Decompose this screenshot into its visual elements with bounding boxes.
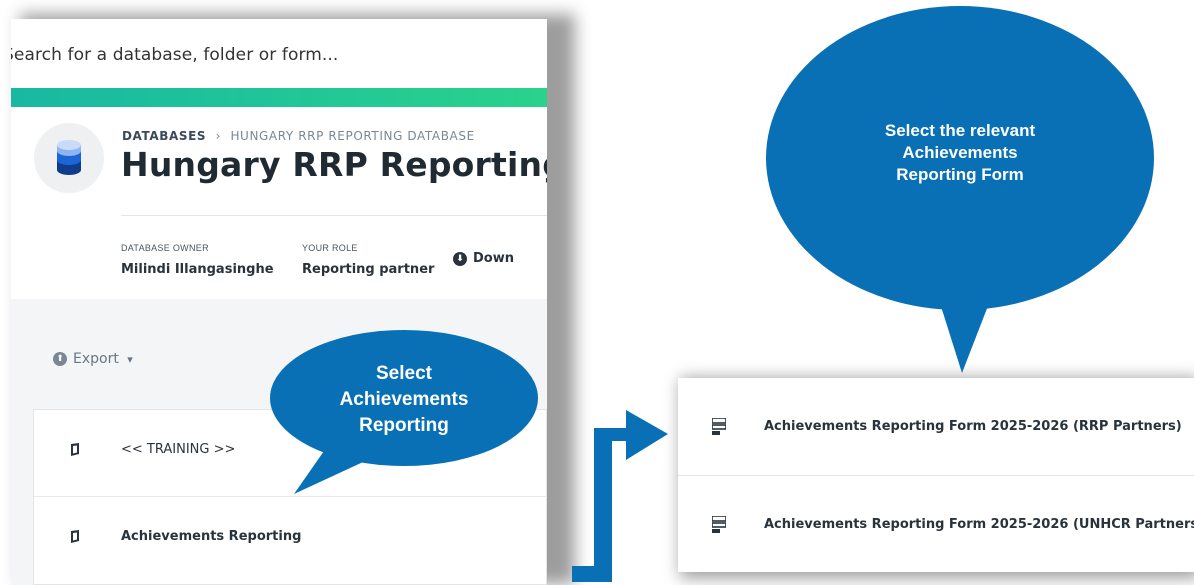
role-value: Reporting partner xyxy=(302,262,435,277)
form-icon xyxy=(712,418,726,435)
form-row[interactable]: Achievements Reporting Form 2025-2026 (U… xyxy=(678,475,1194,572)
form-row[interactable]: Achievements Reporting Form 2025-2026 (R… xyxy=(678,378,1194,475)
form-icon xyxy=(712,516,726,533)
breadcrumb-current: HUNGARY RRP REPORTING DATABASE xyxy=(230,129,475,143)
download-button[interactable]: ⬇ Down xyxy=(453,251,514,266)
owner-label: DATABASE OWNER xyxy=(121,243,209,253)
list-item-label: << TRAINING >> xyxy=(121,442,236,457)
database-icon xyxy=(57,140,81,175)
folder-icon xyxy=(71,443,79,456)
left-callout-line: Achievements xyxy=(339,389,469,410)
page-title: Hungary RRP Reporting xyxy=(121,145,547,184)
list-item[interactable]: Achievements Reporting xyxy=(34,496,547,582)
export-icon: ⬆ xyxy=(53,352,67,366)
right-callout-line: Achievements xyxy=(902,143,1018,162)
right-callout-shape xyxy=(766,6,1154,373)
search-bar[interactable]: Search for a database, folder or form... xyxy=(11,19,547,97)
search-input[interactable]: Search for a database, folder or form... xyxy=(11,45,338,65)
right-callout-line: Reporting Form xyxy=(896,165,1024,184)
form-label: Achievements Reporting Form 2025-2026 (R… xyxy=(764,419,1182,434)
export-button[interactable]: ⬆ Export ▾ xyxy=(53,351,133,367)
export-label: Export xyxy=(73,351,119,367)
form-label: Achievements Reporting Form 2025-2026 (U… xyxy=(764,517,1194,532)
owner-value: Milindi Illangasinghe xyxy=(121,262,274,277)
right-callout-line: Select the relevant xyxy=(884,121,1036,140)
connector-arrow xyxy=(572,410,668,582)
forms-panel: Achievements Reporting Form 2025-2026 (R… xyxy=(678,378,1194,572)
database-view-panel: Search for a database, folder or form...… xyxy=(11,19,547,585)
chevron-down-icon: ▾ xyxy=(127,353,133,366)
left-callout-line: Reporting xyxy=(359,415,449,436)
left-callout-line: Select xyxy=(376,363,432,384)
role-label: YOUR ROLE xyxy=(302,243,358,253)
breadcrumb-separator: › xyxy=(215,129,222,143)
download-icon: ⬇ xyxy=(453,251,467,266)
accent-strip xyxy=(11,88,547,107)
list-item-label: Achievements Reporting xyxy=(121,529,302,544)
download-label: Down xyxy=(473,251,514,266)
folder-icon xyxy=(71,530,79,543)
breadcrumb: DATABASES › HUNGARY RRP REPORTING DATABA… xyxy=(122,129,475,143)
left-callout-text: Select Achievements Reporting xyxy=(273,361,535,439)
breadcrumb-root[interactable]: DATABASES xyxy=(122,129,206,143)
right-callout-text: Select the relevant Achievements Reporti… xyxy=(770,120,1150,186)
header-divider xyxy=(121,215,547,216)
